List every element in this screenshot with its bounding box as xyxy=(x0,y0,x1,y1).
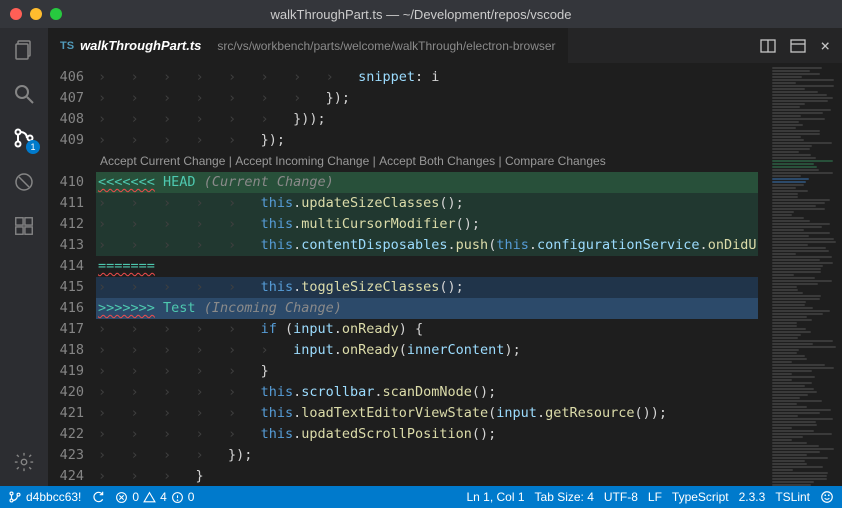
line-number: 422 xyxy=(48,424,84,445)
code-line[interactable]: › › › › › this.updatedScrollPosition(); xyxy=(96,424,770,445)
code-line[interactable]: › › › › › this.updateSizeClasses(); xyxy=(96,193,758,214)
code-line[interactable]: › › › › › › input.onReady(innerContent); xyxy=(96,340,770,361)
code-line[interactable]: › › › › › }); xyxy=(96,130,770,151)
code-line[interactable]: <<<<<<< HEAD (Current Change) xyxy=(96,172,758,193)
line-number: 416 xyxy=(48,298,84,319)
tab-walkthrough[interactable]: TS walkThroughPart.ts src/vs/workbench/p… xyxy=(48,28,568,63)
line-number: 407 xyxy=(48,88,84,109)
line-number: 420 xyxy=(48,382,84,403)
split-editor-icon[interactable] xyxy=(760,38,776,54)
compare-changes[interactable]: Compare Changes xyxy=(505,151,606,172)
window-controls xyxy=(10,8,62,20)
source-control-icon[interactable]: 1 xyxy=(12,126,36,150)
code-line[interactable]: › › › › › this.loadTextEditorViewState(i… xyxy=(96,403,770,424)
line-number: 415 xyxy=(48,277,84,298)
language-mode[interactable]: TypeScript xyxy=(672,490,729,504)
tslint[interactable]: TSLint xyxy=(775,490,810,504)
window-title: walkThroughPart.ts — ~/Development/repos… xyxy=(0,7,842,22)
ts-version[interactable]: 2.3.3 xyxy=(739,490,766,504)
close-window[interactable] xyxy=(10,8,22,20)
typescript-file-icon: TS xyxy=(60,40,74,52)
code-line[interactable]: › › › › }); xyxy=(96,445,770,466)
line-number: 417 xyxy=(48,319,84,340)
sync-icon[interactable] xyxy=(91,490,105,504)
code-line[interactable]: › › › › › this.scrollbar.scanDomNode(); xyxy=(96,382,770,403)
explorer-icon[interactable] xyxy=(12,38,36,62)
maximize-window[interactable] xyxy=(50,8,62,20)
more-actions-icon[interactable] xyxy=(790,38,806,54)
line-number: 409 xyxy=(48,130,84,151)
eol[interactable]: LF xyxy=(648,490,662,504)
code-line[interactable]: › › › › › if (input.onReady) { xyxy=(96,319,770,340)
code-line[interactable]: › › › › › › › }); xyxy=(96,88,770,109)
minimap[interactable] xyxy=(770,63,842,486)
code-line[interactable]: ======= xyxy=(96,256,770,277)
code-line[interactable]: › › › } xyxy=(96,466,770,486)
search-icon[interactable] xyxy=(12,82,36,106)
line-number: 411 xyxy=(48,193,84,214)
feedback-icon[interactable] xyxy=(820,490,834,504)
line-number: 408 xyxy=(48,109,84,130)
tab-filename: walkThroughPart.ts xyxy=(80,38,201,53)
debug-icon[interactable] xyxy=(12,170,36,194)
git-branch[interactable]: d4bbcc63! xyxy=(8,490,81,504)
line-number: 424 xyxy=(48,466,84,486)
line-number: 410 xyxy=(48,172,84,193)
code-line[interactable]: › › › › › this.multiCursorModifier(); xyxy=(96,214,758,235)
line-number: 413 xyxy=(48,235,84,256)
extensions-icon[interactable] xyxy=(12,214,36,238)
code-line[interactable]: › › › › › this.contentDisposables.push(t… xyxy=(96,235,758,256)
titlebar[interactable]: walkThroughPart.ts — ~/Development/repos… xyxy=(0,0,842,28)
code-line[interactable]: >>>>>>> Test (Incoming Change) xyxy=(96,298,758,319)
tab-bar: TS walkThroughPart.ts src/vs/workbench/p… xyxy=(48,28,842,63)
code-line[interactable]: › › › › › this.toggleSizeClasses(); xyxy=(96,277,758,298)
accept-current-change[interactable]: Accept Current Change xyxy=(100,151,225,172)
tab-filepath: src/vs/workbench/parts/welcome/walkThrou… xyxy=(217,39,555,53)
line-number: 406 xyxy=(48,67,84,88)
activity-bar: 1 xyxy=(0,28,48,486)
line-number: 414 xyxy=(48,256,84,277)
problems[interactable]: 0 4 0 xyxy=(115,490,194,504)
cursor-position[interactable]: Ln 1, Col 1 xyxy=(466,490,524,504)
settings-gear-icon[interactable] xyxy=(12,450,36,474)
line-number: 418 xyxy=(48,340,84,361)
code-line[interactable]: › › › › › › › › snippet: i xyxy=(96,67,770,88)
line-number: 419 xyxy=(48,361,84,382)
scm-badge: 1 xyxy=(26,140,40,154)
merge-codelens: Accept Current Change | Accept Incoming … xyxy=(96,151,770,172)
line-number-gutter: 406407408409 410411412413414415416417418… xyxy=(48,63,96,486)
tab-actions: × xyxy=(760,38,842,54)
line-number: 421 xyxy=(48,403,84,424)
code-line[interactable]: › › › › › } xyxy=(96,361,770,382)
code-area[interactable]: › › › › › › › › snippet: i› › › › › › › … xyxy=(96,63,770,486)
line-number: 423 xyxy=(48,445,84,466)
minimize-window[interactable] xyxy=(30,8,42,20)
status-bar: d4bbcc63! 0 4 0 Ln 1, Col 1 Tab Size: 4 … xyxy=(0,486,842,508)
encoding[interactable]: UTF-8 xyxy=(604,490,638,504)
editor[interactable]: 406407408409 410411412413414415416417418… xyxy=(48,63,842,486)
accept-incoming-change[interactable]: Accept Incoming Change xyxy=(235,151,369,172)
close-icon[interactable]: × xyxy=(820,38,830,54)
accept-both-changes[interactable]: Accept Both Changes xyxy=(379,151,495,172)
code-line[interactable]: › › › › › › })); xyxy=(96,109,770,130)
line-number: 412 xyxy=(48,214,84,235)
tab-size[interactable]: Tab Size: 4 xyxy=(535,490,594,504)
